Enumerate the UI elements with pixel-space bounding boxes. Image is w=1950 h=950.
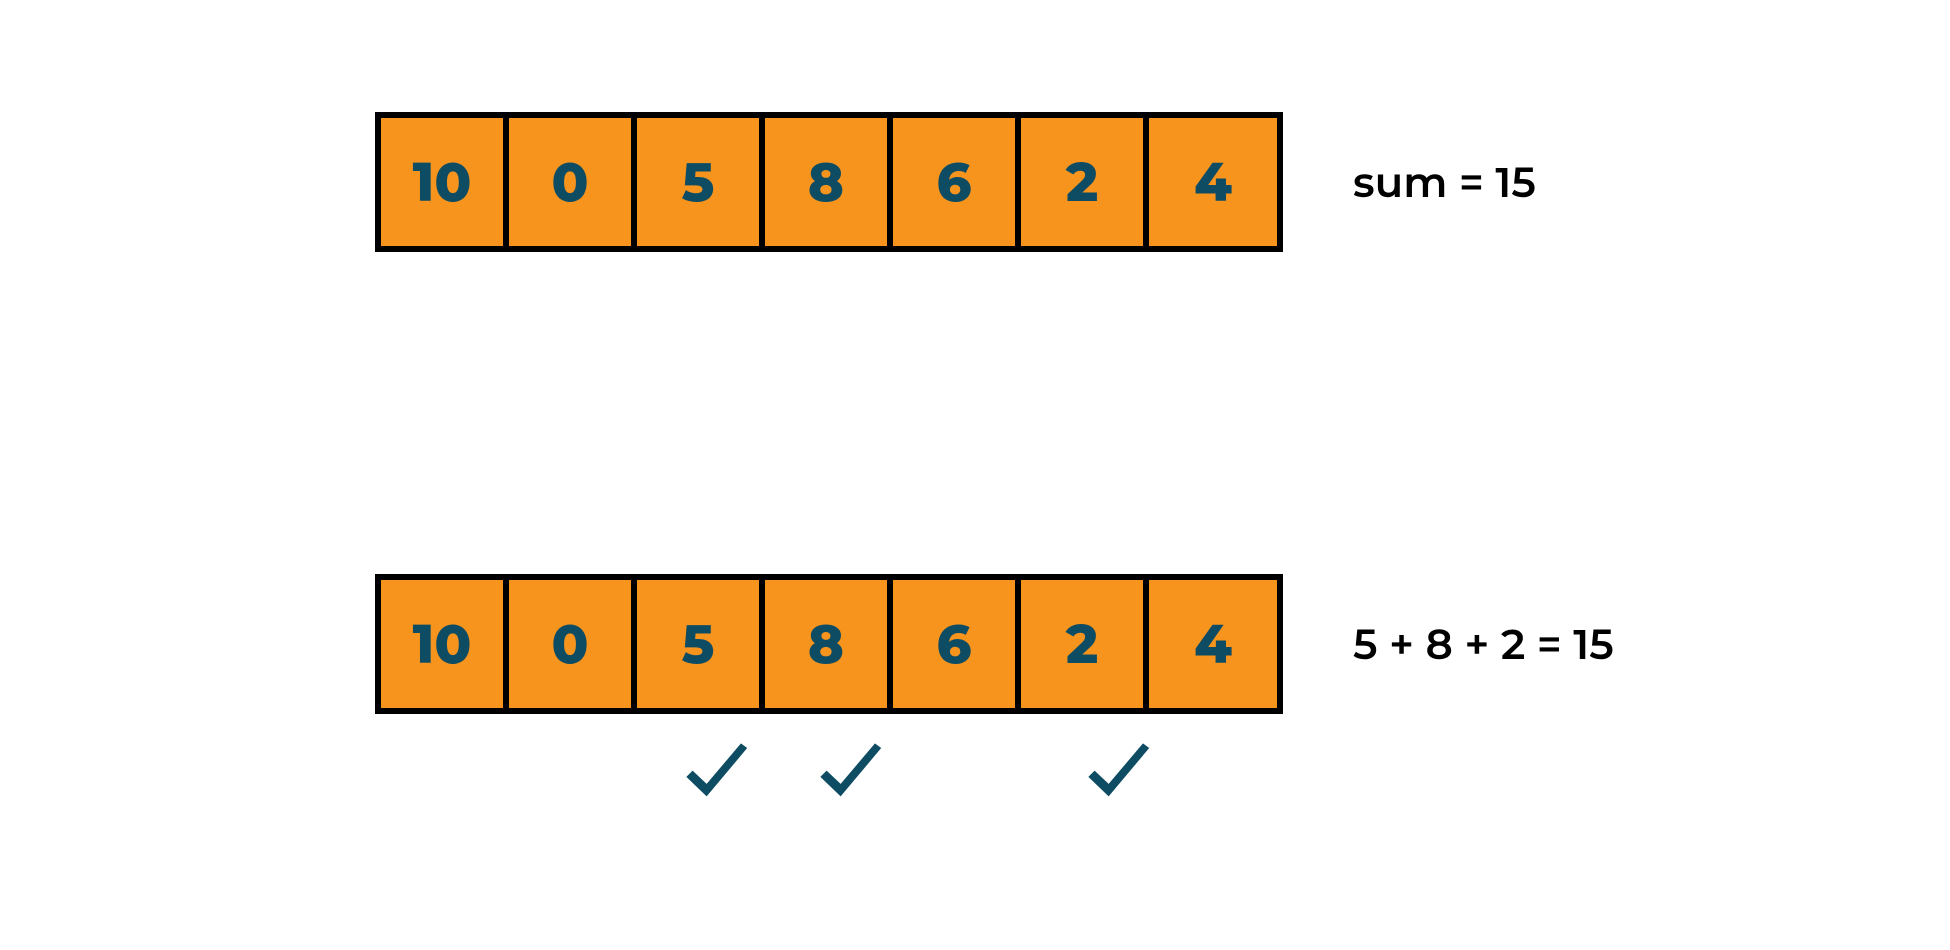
check-slot-2	[649, 734, 783, 817]
array-1-cell-6: 4	[1149, 118, 1277, 246]
array-1-cell-2: 5	[637, 118, 765, 246]
array-2-cell-6: 4	[1149, 580, 1277, 708]
array-1-cell-1: 0	[509, 118, 637, 246]
check-icon	[677, 734, 755, 817]
check-row	[381, 734, 1319, 817]
check-icon	[811, 734, 889, 817]
array-2-cell-3: 8	[765, 580, 893, 708]
array-2-cell-0: 10	[381, 580, 509, 708]
check-slot-3	[783, 734, 917, 817]
check-slot-6	[1185, 734, 1319, 817]
array-1-cell-4: 6	[893, 118, 1021, 246]
array-1: 10 0 5 8 6 2 4	[375, 112, 1283, 252]
row-2: 10 0 5 8 6 2 4 5 + 8 + 2 = 15	[375, 574, 1614, 714]
check-slot-5	[1051, 734, 1185, 817]
check-slot-4	[917, 734, 1051, 817]
row-2-caption: 5 + 8 + 2 = 15	[1353, 618, 1614, 670]
array-2-cell-5: 2	[1021, 580, 1149, 708]
check-slot-0	[381, 734, 515, 817]
row-1: 10 0 5 8 6 2 4 sum = 15	[375, 112, 1536, 252]
array-2: 10 0 5 8 6 2 4	[375, 574, 1283, 714]
array-2-cell-2: 5	[637, 580, 765, 708]
array-1-cell-0: 10	[381, 118, 509, 246]
check-icon	[1079, 734, 1157, 817]
array-2-cell-4: 6	[893, 580, 1021, 708]
array-1-cell-5: 2	[1021, 118, 1149, 246]
diagram-stage: 10 0 5 8 6 2 4 sum = 15 10 0 5 8 6 2 4 5…	[0, 0, 1950, 950]
check-slot-1	[515, 734, 649, 817]
array-1-cell-3: 8	[765, 118, 893, 246]
array-2-cell-1: 0	[509, 580, 637, 708]
row-1-caption: sum = 15	[1353, 156, 1536, 208]
